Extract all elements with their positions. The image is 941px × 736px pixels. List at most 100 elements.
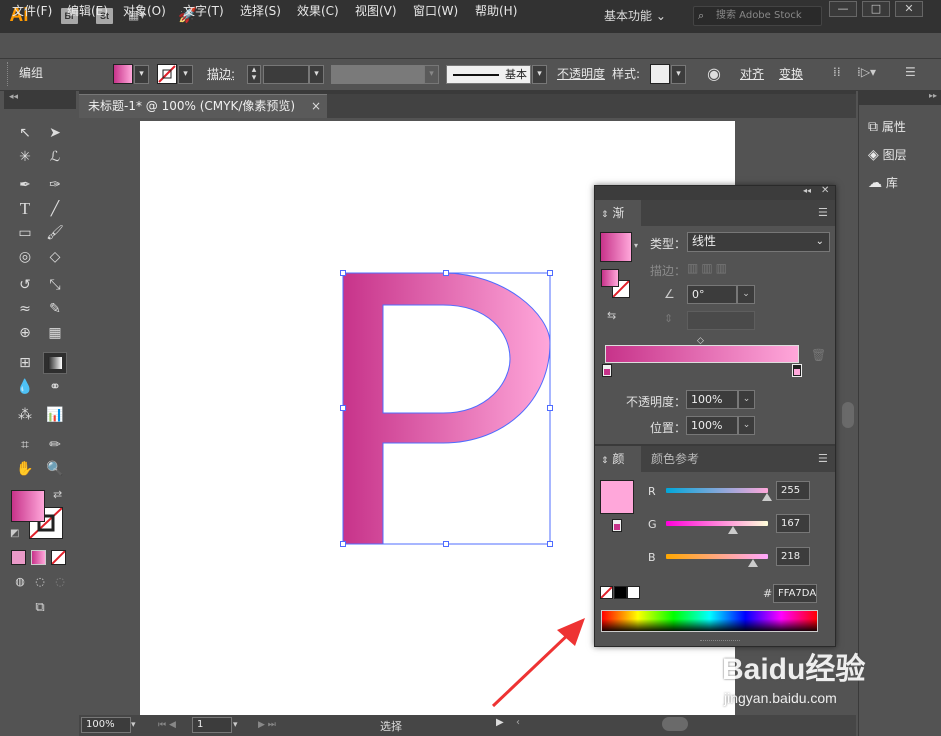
collapse-panel-icon[interactable]: ◂◂ [803, 186, 811, 195]
stroke-weight-input[interactable] [263, 65, 309, 84]
dock-libraries[interactable]: ☁ 库 [868, 171, 938, 195]
screen-mode-icon[interactable]: ⧉ [29, 598, 51, 618]
expand-dock-icon[interactable]: ▸▸ [858, 91, 941, 105]
paintbrush-tool-icon[interactable]: 🖌 [44, 223, 66, 243]
fill-active-swatch-front[interactable] [601, 269, 619, 287]
zoom-tool-icon[interactable]: 🔍 [44, 459, 66, 479]
pen-tool-icon[interactable]: ✒ [14, 175, 36, 195]
puppet-warp-tool-icon[interactable]: ✎ [44, 299, 66, 319]
letter-p-object[interactable]: P [330, 260, 565, 560]
magic-wand-tool-icon[interactable]: ✳ [14, 147, 36, 167]
hex-input[interactable]: FFA7DA [773, 584, 817, 603]
collapse-tools-icon[interactable]: ◂◂ [9, 92, 18, 102]
r-input[interactable]: 255 [776, 481, 810, 500]
stroke-label[interactable]: 描边: [207, 67, 235, 82]
none-mode-button[interactable] [51, 550, 66, 565]
mesh-tool-icon[interactable]: ⊞ [14, 353, 36, 373]
draw-inside-icon[interactable]: ◌ [49, 572, 71, 592]
r-slider[interactable] [666, 488, 768, 493]
opacity-dropdown[interactable]: ⌄ [738, 390, 755, 409]
scroll-left-arrow[interactable]: ‹ [516, 717, 520, 728]
r-slider-thumb[interactable] [762, 493, 772, 501]
control-bar-menu-icon[interactable]: ☰ [905, 65, 921, 84]
artboard-tool-icon[interactable]: ⌗ [14, 435, 36, 455]
menu-type[interactable]: 文字(T) [183, 3, 224, 20]
menu-view[interactable]: 视图(V) [355, 3, 397, 20]
menu-file[interactable]: 文件(F) [12, 3, 52, 20]
stroke-weight-dropdown[interactable]: ▾ [309, 65, 324, 84]
graphic-style-dropdown[interactable]: ▾ [671, 65, 686, 84]
fill-dropdown[interactable]: ▾ [134, 65, 149, 84]
g-input[interactable]: 167 [776, 514, 810, 533]
curvature-tool-icon[interactable]: ✑ [44, 175, 66, 195]
brush-definition[interactable]: 基本 [446, 65, 531, 84]
opacity-link[interactable]: 不透明度 [557, 67, 605, 82]
tab-color-guide[interactable]: 颜色参考 [645, 446, 705, 472]
draw-normal-icon[interactable]: ◍ [9, 572, 31, 592]
document-tab[interactable]: 未标题-1* @ 100% (CMYK/像素预览) × [79, 94, 327, 118]
slice-tool-icon[interactable]: ✏ [44, 435, 66, 455]
default-colors-icon[interactable]: ◩ [10, 528, 22, 540]
gradient-slider[interactable] [605, 345, 799, 363]
current-color-swatch[interactable] [600, 480, 634, 514]
column-graph-tool-icon[interactable]: 📊 [44, 405, 66, 425]
symbol-sprayer-tool-icon[interactable]: ⁂ [14, 405, 36, 425]
direct-selection-tool-icon[interactable]: ➤ [44, 123, 66, 143]
menu-select[interactable]: 选择(S) [240, 3, 281, 20]
rotate-tool-icon[interactable]: ↺ [14, 275, 36, 295]
variable-width-profile[interactable] [331, 65, 424, 84]
width-tool-icon[interactable]: ≈ [14, 299, 36, 319]
menu-edit[interactable]: 编辑(E) [67, 3, 108, 20]
variable-width-dropdown[interactable]: ▾ [424, 65, 439, 84]
swap-fill-stroke-icon[interactable]: ⇄ [53, 488, 67, 502]
stroke-dropdown[interactable]: ▾ [178, 65, 193, 84]
white-color-button[interactable] [627, 586, 640, 599]
graphic-style-swatch[interactable] [650, 64, 670, 84]
none-color-button[interactable] [600, 586, 613, 599]
scale-tool-icon[interactable]: ⤡ [44, 275, 66, 295]
stroke-weight-stepper[interactable]: ▴ ▾ [247, 65, 261, 84]
color-mode-button[interactable] [11, 550, 26, 565]
b-slider-thumb[interactable] [748, 559, 758, 567]
tab-color[interactable]: ⇕ 颜色 [595, 446, 641, 494]
vertical-scrollbar-thumb[interactable] [842, 402, 854, 428]
menu-help[interactable]: 帮助(H) [475, 3, 517, 20]
prev-artboard-buttons[interactable]: ⏮ ◀ [158, 717, 188, 733]
tab-gradient[interactable]: ⇕ 渐变 [595, 200, 641, 248]
close-document-button[interactable]: × [311, 95, 321, 118]
blend-tool-icon[interactable]: ⚭ [44, 377, 66, 397]
eyedropper-tool-icon[interactable]: 💧 [14, 377, 36, 397]
minimize-button[interactable]: — [829, 1, 857, 17]
perspective-grid-tool-icon[interactable]: ▦ [44, 323, 66, 343]
status-menu-arrow[interactable]: ▶ [496, 717, 504, 728]
workspace-switcher[interactable]: 基本功能 ⌄ [598, 5, 678, 27]
position-input[interactable]: 100% [686, 416, 738, 435]
maximize-button[interactable]: □ [862, 1, 890, 17]
g-slider-thumb[interactable] [728, 526, 738, 534]
opacity-input[interactable]: 100% [686, 390, 738, 409]
next-artboard-buttons[interactable]: ▶ ⏭ [258, 717, 288, 733]
color-spectrum-bar[interactable] [601, 610, 818, 632]
gradient-preview-swatch[interactable] [600, 232, 632, 262]
close-window-button[interactable]: ✕ [895, 1, 923, 17]
artboard-number-input[interactable]: 1 [192, 717, 232, 733]
transform-link[interactable]: 变换 [779, 67, 803, 82]
delete-stop-icon[interactable]: 🗑 [811, 348, 826, 362]
align-link[interactable]: 对齐 [740, 67, 764, 82]
brush-dropdown[interactable]: ▾ [532, 65, 547, 84]
angle-input[interactable]: 0° [687, 285, 737, 304]
gradient-mode-button[interactable] [31, 550, 46, 565]
stock-search-input[interactable]: ⌕ 搜索 Adobe Stock [693, 6, 822, 26]
line-tool-icon[interactable]: ╱ [44, 199, 66, 219]
gradient-type-select[interactable]: 线性 ⌄ [687, 232, 830, 252]
hand-tool-icon[interactable]: ✋ [14, 459, 36, 479]
recolor-artwork-icon[interactable]: ◉ [704, 64, 724, 84]
gradient-tool-icon[interactable] [43, 352, 67, 374]
panel-titlebar[interactable]: ◂◂ ✕ [595, 185, 835, 200]
gradient-panel-menu-icon[interactable]: ☰ [818, 206, 828, 219]
rectangle-tool-icon[interactable]: ▭ [14, 223, 36, 243]
reverse-gradient-icon[interactable]: ⇆ [607, 309, 616, 322]
horizontal-scrollbar-thumb[interactable] [662, 717, 688, 731]
zoom-dropdown[interactable]: ▾ [131, 717, 145, 733]
arrange-icon[interactable]: ⁞▷▾ [857, 65, 887, 84]
